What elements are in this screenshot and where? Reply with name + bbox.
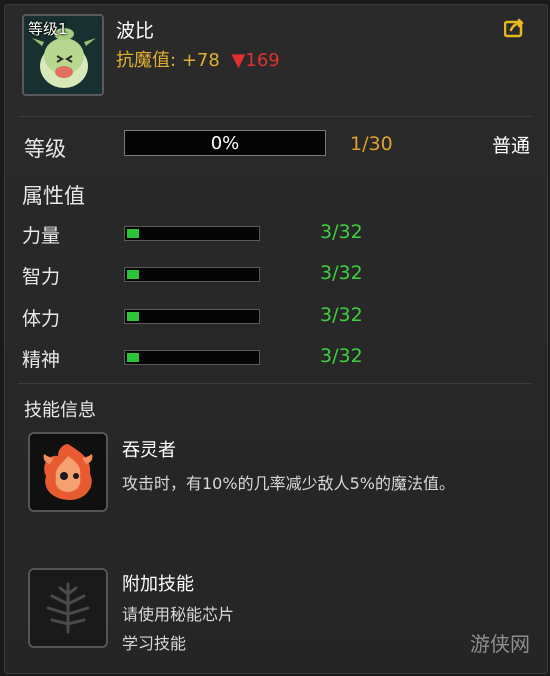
stat-label: 智力 <box>22 266 61 288</box>
fire-spirit-skill-slot[interactable] <box>28 432 108 512</box>
level-progress-text: 0% <box>210 133 240 154</box>
level-progress-bar: 0% <box>124 130 326 156</box>
stat-value: 3/32 <box>320 262 363 284</box>
stat-value: 3/32 <box>320 345 363 367</box>
pet-level-badge: 等级1 <box>28 20 68 38</box>
divider <box>18 116 532 117</box>
stat-label: 体力 <box>22 308 61 330</box>
stat-label: 精神 <box>22 349 61 371</box>
extra-skill-line1: 请使用秘能芯片 <box>122 605 235 624</box>
stat-bar <box>124 309 260 324</box>
extra-skill-slot[interactable] <box>28 568 108 648</box>
stat-value: 3/32 <box>320 304 363 326</box>
stat-bar <box>124 350 260 365</box>
magic-resist: 抗魔值: +78 ▼169 <box>116 46 280 72</box>
level-count: 1/30 <box>350 133 393 155</box>
fire-spirit-icon <box>30 434 106 510</box>
skill-description: 攻击时，有10%的几率减少敌人5%的魔法值。 <box>122 474 455 493</box>
stat-fill <box>127 353 140 362</box>
skills-title: 技能信息 <box>24 400 96 421</box>
stat-row-stamina: 体力 3/32 <box>22 304 382 330</box>
stat-fill <box>127 312 140 321</box>
stat-bar <box>124 226 260 241</box>
extra-skill-line2: 学习技能 <box>122 634 187 653</box>
stat-row-spirit: 精神 3/32 <box>22 345 382 371</box>
resist-value: +78 <box>181 50 220 71</box>
extra-skill-name: 附加技能 <box>122 574 194 595</box>
pet-name: 波比 <box>116 20 155 42</box>
stat-row-strength: 力量 3/32 <box>22 221 382 247</box>
pet-portrait[interactable]: 等级1 <box>22 14 104 96</box>
resist-label: 抗魔值: <box>116 50 177 71</box>
stat-fill <box>127 229 140 238</box>
level-label: 等级 <box>24 137 66 161</box>
resist-down: ▼169 <box>231 50 280 71</box>
skill-name: 吞灵者 <box>122 440 176 461</box>
stat-fill <box>127 270 140 279</box>
attributes-title: 属性值 <box>22 184 85 208</box>
divider <box>18 383 532 384</box>
stat-value: 3/32 <box>320 221 363 243</box>
stat-bar <box>124 267 260 282</box>
rarity-label: 普通 <box>492 135 531 157</box>
stat-label: 力量 <box>22 225 61 247</box>
share-icon[interactable] <box>504 18 526 38</box>
locked-skill-icon <box>30 570 106 646</box>
stat-row-intelligence: 智力 3/32 <box>22 262 382 288</box>
watermark-text: 游侠网 <box>470 632 530 656</box>
